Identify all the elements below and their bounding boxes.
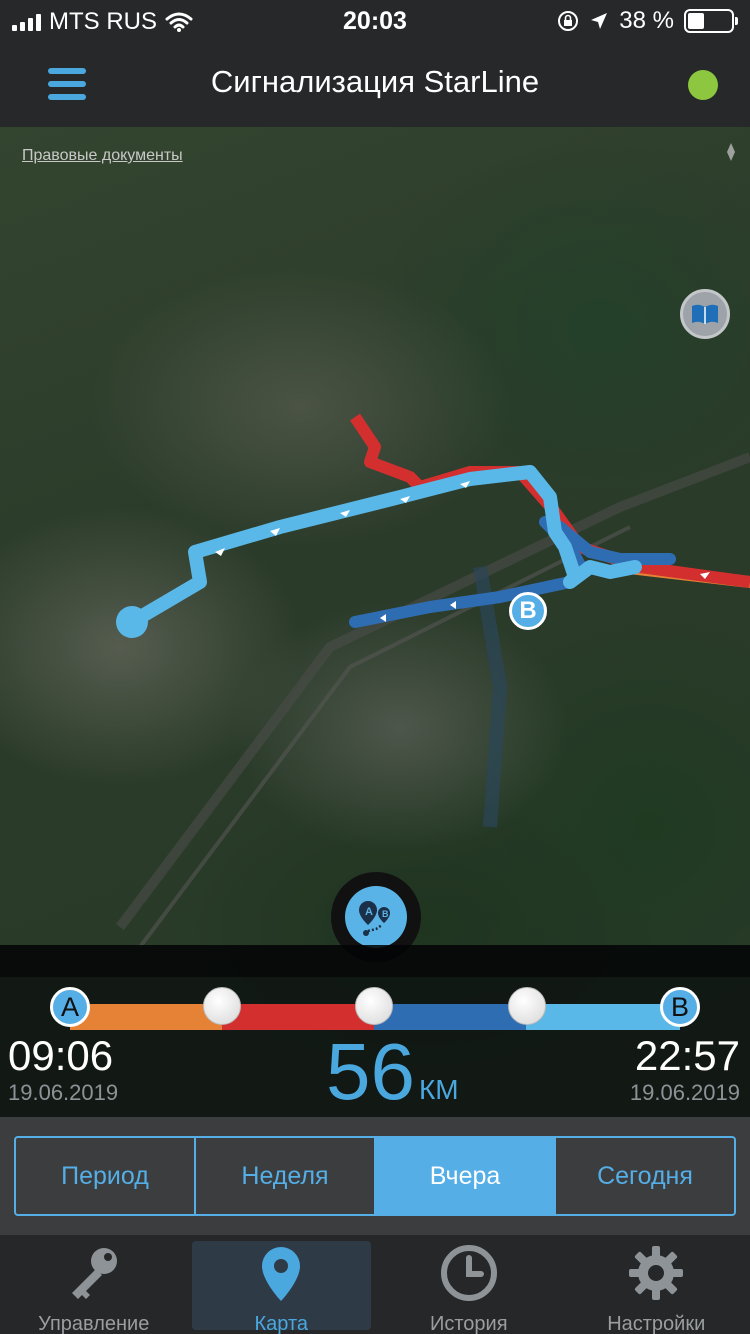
rotation-lock-icon <box>558 11 579 31</box>
period-tab-period[interactable]: Период <box>16 1138 196 1214</box>
svg-text:A: A <box>365 906 373 918</box>
battery-fill <box>688 13 704 29</box>
status-bar: MTS RUS 20:03 38 % <box>0 0 750 40</box>
route-end-marker[interactable]: B <box>509 592 547 630</box>
svg-text:B: B <box>382 909 389 919</box>
battery-icon <box>684 9 738 33</box>
tab-settings-label: Настройки <box>607 1313 706 1334</box>
tab-history-label: История <box>429 1313 508 1334</box>
period-tab-today[interactable]: Сегодня <box>556 1138 734 1214</box>
period-selector-area: Период Неделя Вчера Сегодня <box>0 1117 750 1235</box>
location-arrow-icon <box>591 13 608 29</box>
tab-control[interactable]: Управление <box>0 1235 188 1334</box>
legal-documents-link[interactable]: Правовые документы <box>22 147 183 165</box>
tab-settings[interactable]: Настройки <box>563 1235 750 1334</box>
key-icon <box>64 1243 124 1303</box>
period-tab-yesterday[interactable]: Вчера <box>376 1138 556 1214</box>
distance-unit: КМ <box>418 1074 459 1105</box>
connection-status-indicator <box>688 70 718 100</box>
compass-icon[interactable] <box>720 141 742 163</box>
route-segment-knob-1[interactable] <box>203 987 241 1025</box>
gear-icon <box>626 1243 686 1303</box>
route-segment-4 <box>526 1004 680 1030</box>
route-segment-1 <box>70 1004 222 1030</box>
map-pin-icon <box>256 1243 306 1303</box>
distance-value: 56 <box>326 1027 415 1116</box>
route-distance: 56 КМ <box>326 1026 459 1118</box>
tab-control-label: Управление <box>38 1313 150 1334</box>
app-header: Сигнализация StarLine <box>0 40 750 127</box>
period-selector: Период Неделя Вчера Сегодня <box>14 1136 736 1216</box>
route-start-marker: A <box>50 987 90 1027</box>
route-segment-knob-3[interactable] <box>508 987 546 1025</box>
battery-percent: 38 % <box>619 7 674 34</box>
map-book-icon <box>692 304 718 324</box>
route-segment-knob-2[interactable] <box>355 987 393 1025</box>
bottom-tab-bar: Управление Карта История Настройки <box>0 1235 750 1334</box>
route-end-time: 22:57 <box>634 1032 740 1079</box>
tab-map-label: Карта <box>254 1313 308 1334</box>
route-panel-strip <box>0 945 750 977</box>
route-end-marker-bar: B <box>660 987 700 1027</box>
tab-map[interactable]: Карта <box>188 1235 376 1334</box>
status-right: 38 % <box>557 7 738 35</box>
route-ab-icon: A B <box>359 901 390 936</box>
route-start-date: 19.06.2019 <box>8 1080 119 1105</box>
route-start-time: 09:06 <box>8 1032 114 1079</box>
tab-history[interactable]: История <box>375 1235 563 1334</box>
map-book-button[interactable] <box>680 289 730 339</box>
period-tab-week[interactable]: Неделя <box>196 1138 376 1214</box>
clock-icon <box>439 1243 499 1303</box>
route-end-date: 19.06.2019 <box>629 1080 740 1105</box>
page-title: Сигнализация StarLine <box>210 64 540 99</box>
